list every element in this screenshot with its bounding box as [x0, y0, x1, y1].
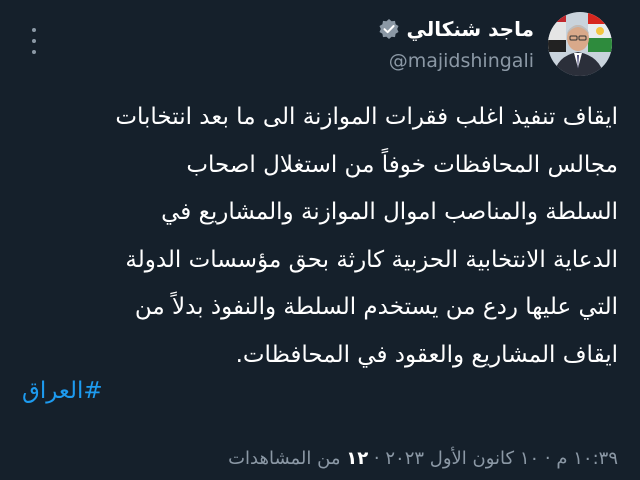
tweet-text-line: السلطة والمناصب اموال الموازنة والمشاريع…: [161, 199, 618, 225]
tweet-text-line: التي عليها ردع من يستخدم السلطة والنفوذ …: [134, 294, 618, 320]
tweet-text-line: الدعاية الانتخابية الحزبية كارثة بحق مؤس…: [125, 246, 618, 273]
views-count: ١٢: [346, 448, 369, 469]
display-name-row: ماجد شنكالي: [378, 14, 534, 44]
tweet-text-line: ايقاف المشاريع والعقود في المحافظات.: [235, 341, 618, 368]
tweet-time[interactable]: ١٠:٣٩ م: [556, 448, 618, 469]
tweet-text: ايقاف تنفيذ اغلب فقرات الموازنة الى ما ب…: [18, 94, 618, 379]
tweet-meta: ١٠:٣٩ م · ١٠ كانون الأول ٢٠٢٣ · ١٢ من ال…: [228, 448, 618, 469]
views-label: من المشاهدات: [228, 448, 341, 469]
avatar[interactable]: [548, 12, 612, 76]
more-dot: [32, 50, 36, 54]
tweet-text-line: ايقاف تنفيذ اغلب فقرات الموازنة الى ما ب…: [115, 104, 618, 130]
user-avatar: [548, 12, 612, 76]
meta-separator: ·: [539, 448, 551, 469]
author-block[interactable]: ماجد شنكالي @majidshingali: [378, 14, 534, 72]
hashtag-link[interactable]: #العراق: [22, 378, 103, 404]
tweet-detail: ماجد شنكالي @majidshingali ايقاف تنفيذ ا…: [0, 0, 640, 480]
tweet-date[interactable]: ١٠ كانون الأول ٢٠٢٣: [385, 448, 539, 469]
more-dot: [32, 28, 36, 32]
display-name[interactable]: ماجد شنكالي: [406, 17, 534, 41]
verified-badge-icon: [379, 19, 399, 39]
meta-separator: ·: [368, 448, 380, 469]
user-handle[interactable]: @majidshingali: [378, 50, 534, 72]
more-dot: [32, 39, 36, 43]
tweet-text-line: مجالس المحافظات خوفاً من استغلال اصحاب: [186, 151, 618, 178]
more-options-button[interactable]: [24, 28, 44, 54]
